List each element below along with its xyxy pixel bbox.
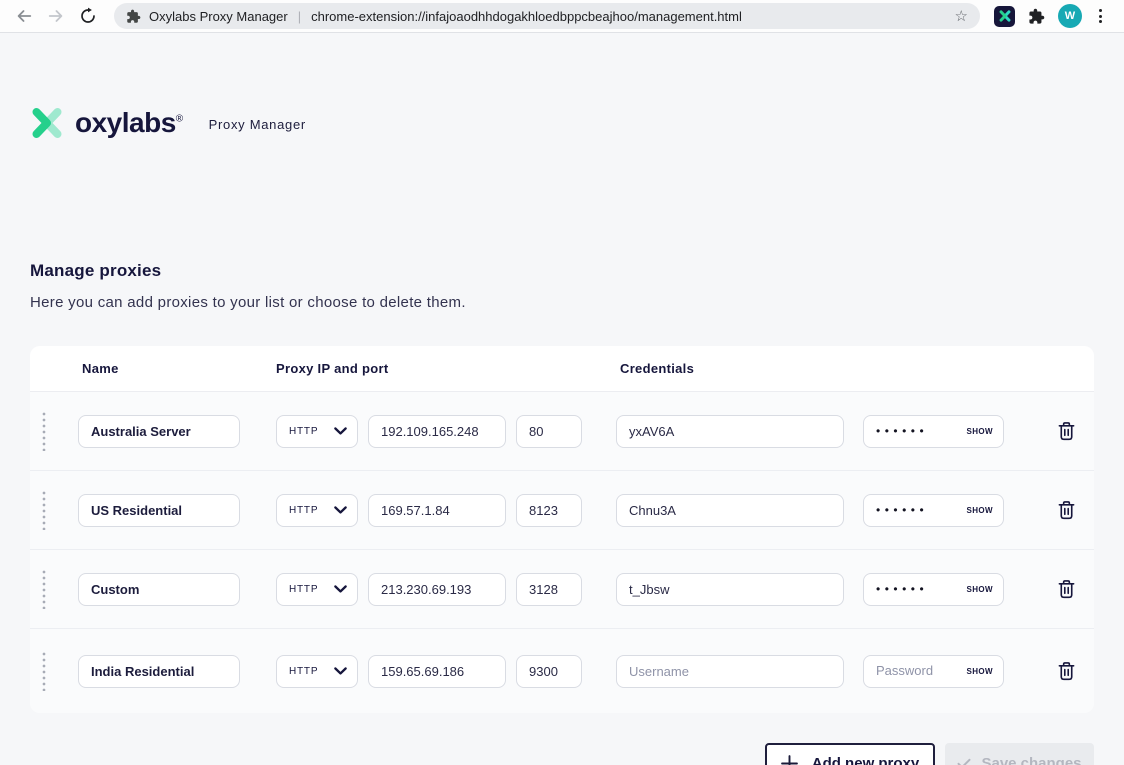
show-password-button[interactable]: SHOW: [967, 585, 994, 594]
proxy-ip-input[interactable]: [368, 415, 506, 448]
save-changes-label: Save changes: [981, 755, 1081, 765]
chevron-down-icon: [334, 427, 347, 435]
address-bar-url: chrome-extension://infajoaodhhdogakhloed…: [311, 9, 742, 24]
password-input[interactable]: [864, 664, 950, 678]
protocol-value: HTTP: [289, 505, 318, 516]
delete-proxy-button[interactable]: [1057, 421, 1076, 442]
proxy-ip-input[interactable]: [368, 494, 506, 527]
proxy-name-input[interactable]: [78, 655, 240, 688]
reload-icon: [79, 7, 97, 25]
delete-proxy-button[interactable]: [1057, 661, 1076, 682]
back-button[interactable]: [10, 2, 38, 30]
trash-icon: [1057, 579, 1076, 600]
trash-icon: [1057, 500, 1076, 521]
page-subtitle: Here you can add proxies to your list or…: [30, 294, 466, 311]
protocol-value: HTTP: [289, 584, 318, 595]
proxy-manager-page: oxylabs® Proxy Manager Manage proxies He…: [0, 33, 1124, 765]
protocol-select[interactable]: HTTP: [276, 415, 358, 448]
protocol-value: HTTP: [289, 666, 318, 677]
proxy-row: HTTP SHOW: [30, 550, 1094, 629]
proxy-row: HTTP SHOW: [30, 629, 1094, 713]
password-field: SHOW: [863, 494, 1004, 527]
proxy-name-input[interactable]: [78, 415, 240, 448]
address-bar-separator: |: [296, 9, 303, 24]
password-field: SHOW: [863, 415, 1004, 448]
add-new-proxy-label: Add new proxy: [812, 755, 920, 765]
brand-wordmark: oxylabs®: [75, 107, 183, 139]
chevron-down-icon: [334, 585, 347, 593]
plus-icon: [781, 755, 798, 765]
registered-mark: ®: [176, 114, 183, 125]
proxy-row: HTTP SHOW: [30, 392, 1094, 471]
toolbar-right-cluster: W: [994, 4, 1106, 28]
password-field: SHOW: [863, 655, 1004, 688]
browser-menu-button[interactable]: [1095, 5, 1106, 27]
drag-handle[interactable]: [42, 490, 46, 530]
show-password-button[interactable]: SHOW: [967, 667, 994, 676]
column-header-name: Name: [82, 346, 119, 392]
chevron-down-icon: [334, 506, 347, 514]
password-input[interactable]: [864, 582, 950, 596]
protocol-select[interactable]: HTTP: [276, 655, 358, 688]
drag-handle[interactable]: [42, 651, 46, 691]
delete-proxy-button[interactable]: [1057, 579, 1076, 600]
page-title: Manage proxies: [30, 261, 161, 281]
oxylabs-extension-button[interactable]: [994, 6, 1015, 27]
proxy-table-header: Name Proxy IP and port Credentials: [30, 346, 1094, 392]
proxy-port-input[interactable]: [516, 415, 582, 448]
oxylabs-extension-x-icon: [999, 10, 1011, 22]
oxylabs-logo: oxylabs® Proxy Manager: [30, 107, 306, 139]
password-field: SHOW: [863, 573, 1004, 606]
chevron-down-icon: [334, 667, 347, 675]
bookmark-star-icon[interactable]: ☆: [955, 9, 968, 24]
drag-handle[interactable]: [42, 411, 46, 451]
show-password-button[interactable]: SHOW: [967, 427, 994, 436]
extension-puzzle-icon: [126, 9, 141, 24]
drag-handle[interactable]: [42, 569, 46, 609]
proxy-table-body: HTTP SHOW HTTP: [30, 392, 1094, 713]
delete-proxy-button[interactable]: [1057, 500, 1076, 521]
extensions-menu-icon[interactable]: [1028, 8, 1045, 25]
column-header-proxy-ip-port: Proxy IP and port: [276, 346, 389, 392]
oxylabs-x-icon: [30, 108, 64, 138]
proxy-ip-input[interactable]: [368, 573, 506, 606]
column-header-credentials: Credentials: [620, 346, 694, 392]
username-input[interactable]: [616, 573, 844, 606]
proxy-port-input[interactable]: [516, 494, 582, 527]
reload-button[interactable]: [74, 2, 102, 30]
back-arrow-icon: [15, 7, 33, 25]
bottom-actions: Add new proxy Save changes: [765, 743, 1094, 765]
forward-button[interactable]: [42, 2, 70, 30]
trash-icon: [1057, 661, 1076, 682]
proxy-row: HTTP SHOW: [30, 471, 1094, 550]
proxy-table-card: Name Proxy IP and port Credentials HTTP …: [30, 346, 1094, 713]
proxy-ip-input[interactable]: [368, 655, 506, 688]
profile-avatar[interactable]: W: [1058, 4, 1082, 28]
show-password-button[interactable]: SHOW: [967, 506, 994, 515]
proxy-name-input[interactable]: [78, 573, 240, 606]
app-name-label: Proxy Manager: [209, 117, 306, 132]
proxy-port-input[interactable]: [516, 573, 582, 606]
save-changes-button[interactable]: Save changes: [945, 743, 1094, 765]
forward-arrow-icon: [47, 7, 65, 25]
protocol-value: HTTP: [289, 426, 318, 437]
proxy-name-input[interactable]: [78, 494, 240, 527]
proxy-port-input[interactable]: [516, 655, 582, 688]
protocol-select[interactable]: HTTP: [276, 573, 358, 606]
username-input[interactable]: [616, 494, 844, 527]
add-new-proxy-button[interactable]: Add new proxy: [765, 743, 935, 765]
username-input[interactable]: [616, 655, 844, 688]
password-input[interactable]: [864, 503, 950, 517]
password-input[interactable]: [864, 424, 950, 438]
browser-toolbar: Oxylabs Proxy Manager | chrome-extension…: [0, 0, 1124, 33]
address-bar-extension-label: Oxylabs Proxy Manager: [149, 9, 288, 24]
username-input[interactable]: [616, 415, 844, 448]
address-bar[interactable]: Oxylabs Proxy Manager | chrome-extension…: [114, 3, 980, 29]
trash-icon: [1057, 421, 1076, 442]
check-icon: [957, 758, 971, 765]
protocol-select[interactable]: HTTP: [276, 494, 358, 527]
